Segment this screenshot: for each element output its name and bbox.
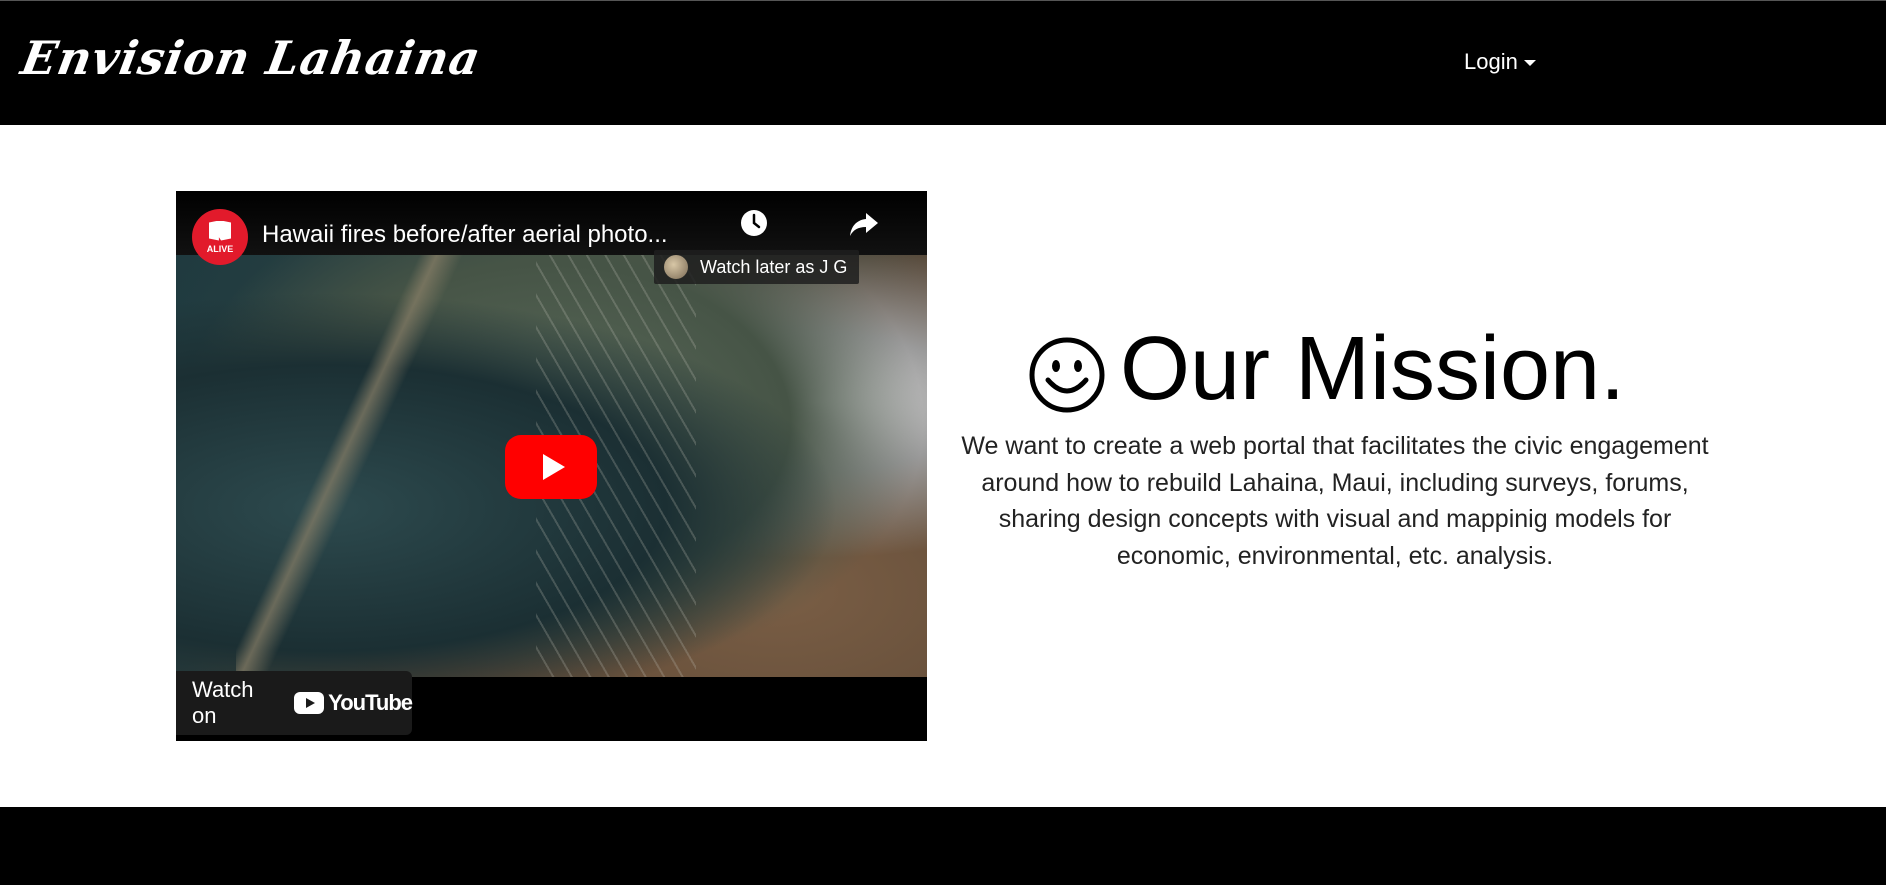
channel-avatar[interactable]: ALIVE [192,209,248,265]
footer-bar [0,807,1886,885]
channel-badge-text: ALIVE [206,243,234,254]
video-embed[interactable]: ALIVE Hawaii fires before/after aerial p… [176,191,927,741]
brand-logo[interactable]: Envision Lahaina [17,31,485,85]
play-icon [543,454,565,480]
smiley-icon [1029,337,1105,412]
mission-heading: Our Mission. [1028,318,1625,421]
watch-later-text: Watch later as J G [700,257,848,277]
watch-on-youtube-button[interactable]: Watch on YouTube [176,671,413,735]
mission-description: We want to create a web portal that faci… [961,432,1709,570]
caret-down-icon [1523,60,1536,66]
channel-logo-icon [209,220,231,241]
mission-title-text: Our Mission. [1120,319,1626,419]
video-title[interactable]: Hawaii fires before/after aerial photo..… [262,221,668,249]
youtube-logo-icon: YouTube [294,690,413,716]
watch-on-label: Watch on [192,677,254,728]
play-button[interactable] [505,435,597,499]
login-dropdown[interactable]: Login [1464,49,1536,75]
clock-icon[interactable] [740,209,768,237]
top-navbar: Envision Lahaina Login [0,0,1886,125]
thumbnail-coastline [236,255,476,677]
youtube-wordmark: YouTube [328,690,413,715]
share-icon[interactable] [848,209,880,239]
user-avatar [664,255,688,279]
login-label: Login [1464,49,1518,74]
watch-later-tooltip: Watch later as J G [654,250,860,284]
youtube-play-box [294,692,325,714]
